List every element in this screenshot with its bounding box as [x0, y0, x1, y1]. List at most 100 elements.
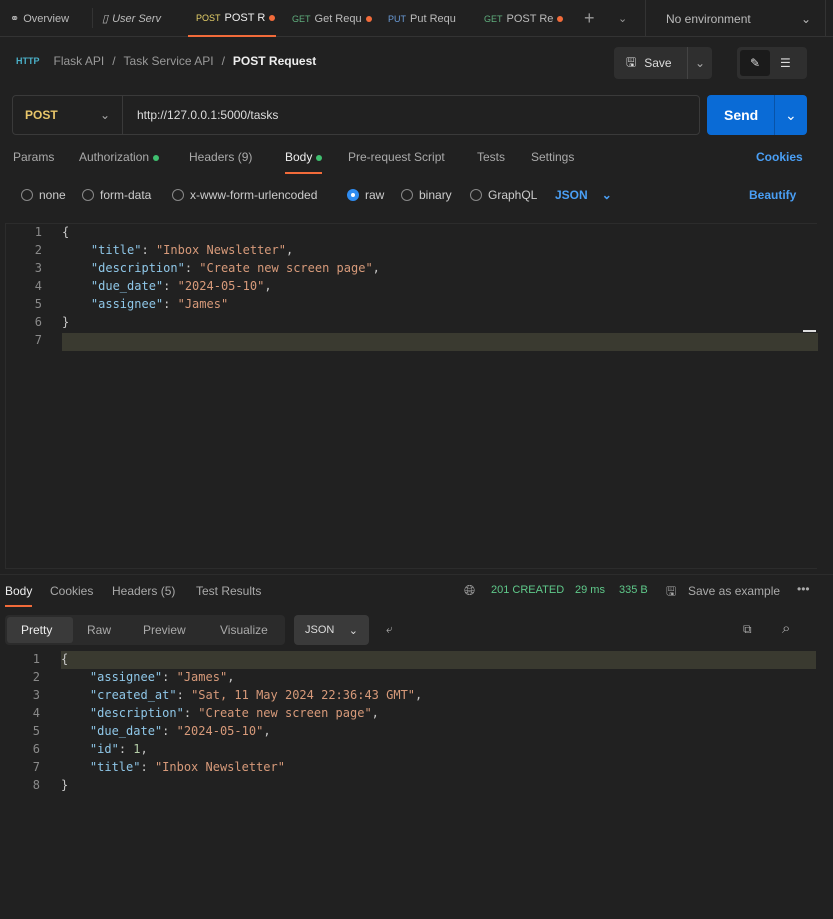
line-number: 6 [32, 742, 40, 756]
status-code[interactable]: 201 CREATED [491, 584, 564, 596]
unsaved-dot [365, 15, 372, 22]
chevron-down-icon: ⌄ [348, 624, 358, 637]
beautify-button[interactable]: Beautify [749, 188, 796, 202]
tab-tests[interactable]: Tests [477, 150, 505, 164]
new-tab-plus-icon[interactable]: + [584, 0, 595, 37]
line-number: 7 [32, 760, 40, 774]
line-number: 1 [34, 225, 42, 239]
tab-put-request[interactable]: PUT Put Requ [388, 0, 460, 37]
save-button[interactable]: 🖫 Save ⌄ [614, 47, 712, 79]
code-line: "title": "Inbox Newsletter" [89, 760, 285, 774]
code-line: } [62, 315, 70, 329]
line-number: 3 [34, 261, 42, 275]
response-format-select[interactable]: JSON ⌄ [294, 615, 369, 645]
unsaved-dot [269, 14, 276, 21]
environment-select[interactable]: No environment ⌄ [666, 0, 811, 37]
tab-post-re[interactable]: GET POST Re [484, 0, 564, 37]
edit-pencil-icon[interactable]: ✎ [740, 50, 770, 76]
response-tab-cookies[interactable]: Cookies [50, 584, 93, 598]
tab-authorization[interactable]: Authorization [79, 150, 160, 164]
tab-pre-request-script[interactable]: Pre-request Script [348, 150, 445, 164]
code-line: } [61, 778, 69, 792]
breadcrumb: HTTP Flask API / Task Service API / POST R… [16, 54, 317, 68]
line-number: 4 [34, 279, 42, 293]
view-mode-group: Pretty Raw Preview Visualize [5, 615, 285, 645]
code-line: "created_at": "Sat, 11 May 2024 22:36:43… [89, 688, 423, 702]
unsaved-dot [557, 15, 564, 22]
copy-icon[interactable]: ⧉ [743, 622, 752, 637]
url-input[interactable]: http://127.0.0.1:5000/tasks [137, 108, 278, 122]
line-number: 3 [32, 688, 40, 702]
line-number: 2 [32, 670, 40, 684]
format-select[interactable]: JSON ⌄ [555, 188, 612, 202]
breadcrumb-flask-api[interactable]: Flask API [54, 54, 105, 68]
code-line: "assignee": "James" [90, 297, 229, 311]
http-icon: HTTP [16, 56, 40, 66]
comments-icon[interactable]: ☰ [780, 50, 791, 76]
chevron-down-icon[interactable]: ⌄ [785, 107, 797, 124]
wrap-lines-icon[interactable]: ⤶ [386, 622, 393, 637]
response-time[interactable]: 29 ms [575, 584, 605, 596]
line-number: 5 [34, 297, 42, 311]
chevron-down-icon: ⌄ [601, 188, 612, 202]
tab-overview[interactable]: ⚭ Overview [10, 0, 85, 37]
tab-settings[interactable]: Settings [531, 150, 574, 164]
cookies-link[interactable]: Cookies [756, 150, 803, 164]
response-size[interactable]: 335 B [619, 584, 648, 596]
view-raw[interactable]: Raw [87, 623, 111, 637]
line-number: 4 [32, 706, 40, 720]
save-icon: 🖫 [626, 54, 637, 69]
radio-graphql[interactable]: GraphQL [470, 188, 537, 202]
tab-user-service[interactable]: ▯ User Serv [102, 0, 172, 37]
code-line: "assignee": "James", [89, 670, 235, 684]
tab-bar: ⚭ Overview ▯ User Serv POST POST R GET Get R… [0, 0, 833, 37]
save-icon: 🖫 [666, 584, 677, 598]
tab-params[interactable]: Params [13, 150, 54, 164]
response-tab-body[interactable]: Body [5, 584, 33, 607]
radio-urlencoded[interactable]: x-www-form-urlencoded [172, 188, 317, 202]
collection-icon: ▯ [102, 13, 109, 25]
line-number: 5 [32, 724, 40, 738]
tab-get-request[interactable]: GET Get Requ [292, 0, 374, 37]
line-number: 7 [34, 333, 42, 347]
response-body-viewer[interactable]: 1 {2 "assignee": "James", 3 "created_at": … [0, 651, 816, 911]
tab-body[interactable]: Body [285, 150, 323, 174]
line-number: 1 [32, 652, 40, 666]
view-pretty[interactable]: Pretty [21, 623, 52, 637]
line-number: 2 [34, 243, 42, 257]
code-line: "due_date": "2024-05-10", [89, 724, 271, 738]
code-line: "title": "Inbox Newsletter", [90, 243, 294, 257]
response-tab-tests[interactable]: Test Results [196, 584, 261, 598]
method-select[interactable]: POST ⌄ [13, 96, 123, 134]
radio-binary[interactable]: binary [401, 188, 452, 202]
chevron-down-icon: ⌄ [99, 108, 110, 122]
code-line: { [62, 225, 70, 239]
breadcrumb-task-service[interactable]: Task Service API [124, 54, 214, 68]
code-line: "due_date": "2024-05-10", [90, 279, 272, 293]
radio-raw[interactable]: raw [347, 188, 384, 202]
line-number: 6 [34, 315, 42, 329]
tab-headers[interactable]: Headers (9) [189, 150, 252, 164]
code-line: "description": "Create new screen page", [89, 706, 379, 720]
tab-post-request-active[interactable]: POST POST R [188, 0, 276, 37]
overview-icon: ⚭ [10, 13, 20, 25]
tabs-chevron-down-icon[interactable]: ⌄ [618, 0, 627, 37]
send-button[interactable]: Send ⌄ [707, 95, 807, 135]
code-line: { [61, 652, 69, 666]
chevron-down-icon: ⌄ [800, 11, 811, 26]
view-preview[interactable]: Preview [143, 623, 186, 637]
request-body-editor[interactable]: 1 {2 "title": "Inbox Newsletter", 3 "descr… [5, 223, 818, 569]
chevron-down-icon[interactable]: ⌄ [695, 56, 705, 70]
radio-form-data[interactable]: form-data [82, 188, 151, 202]
line-number: 8 [32, 778, 40, 792]
save-as-example-button[interactable]: Save as example [688, 584, 780, 598]
search-icon[interactable]: ⌕ [782, 620, 790, 637]
view-visualize[interactable]: Visualize [220, 623, 268, 637]
response-tab-headers[interactable]: Headers (5) [112, 584, 175, 598]
page-title: POST Request [232, 54, 317, 68]
scroll-marker [803, 330, 816, 332]
more-options-icon[interactable]: ••• [797, 582, 810, 596]
radio-none[interactable]: none [21, 188, 66, 202]
globe-icon: 🌐︎ [464, 582, 476, 598]
request-bar: POST ⌄ http://127.0.0.1:5000/tasks [12, 95, 700, 135]
